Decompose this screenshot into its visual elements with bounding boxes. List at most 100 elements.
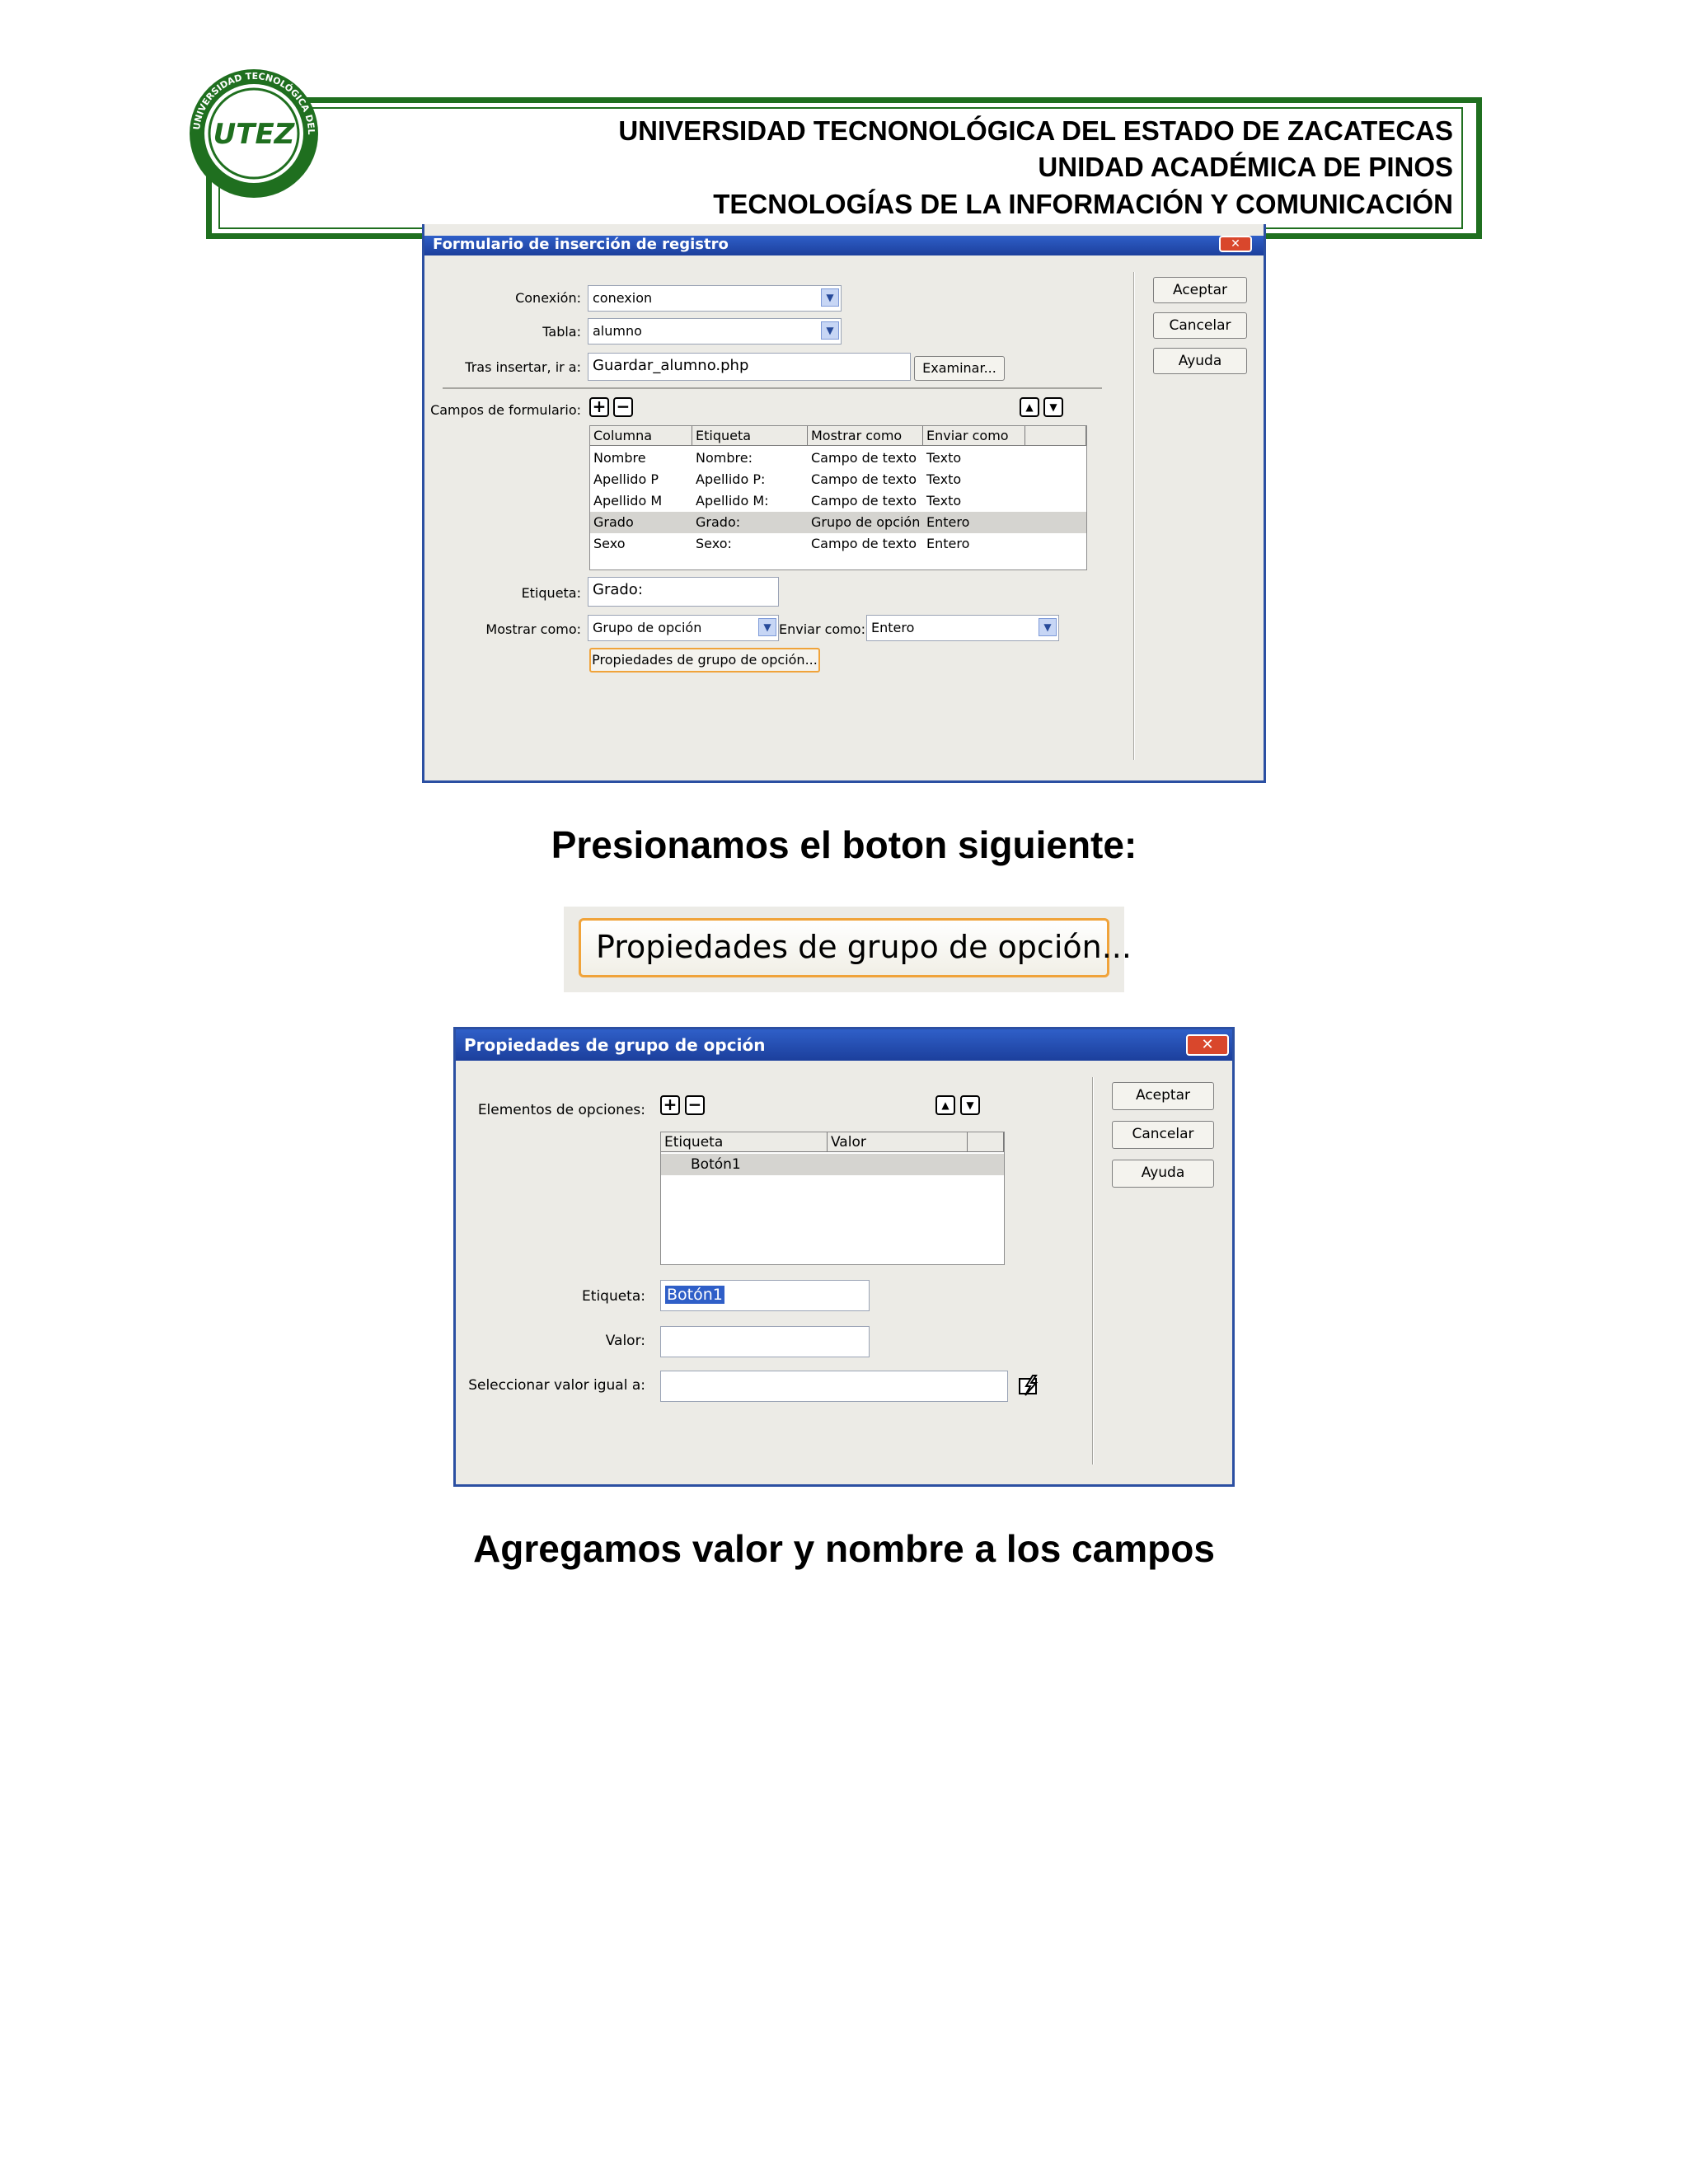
help-button[interactable]: Ayuda [1153,348,1247,374]
chevron-down-icon[interactable]: ▼ [821,288,839,307]
chevron-down-icon[interactable]: ▼ [821,321,839,340]
display-as-value: Grupo de opción [593,620,702,635]
table-cell: Texto [926,450,962,466]
header-line-2: UNIDAD ACADÉMICA DE PINOS [1038,152,1453,182]
table-row[interactable]: Sexo Sexo: Campo de texto Entero [590,533,1086,555]
submit-as-label: Enviar como: [779,621,865,637]
column-header[interactable]: Etiqueta [661,1132,828,1152]
table-select[interactable]: alumno ▼ [588,318,842,344]
table-cell: Apellido M [593,493,663,509]
column-header [1025,426,1086,446]
column-header [968,1132,1004,1152]
caption-add-values: Agregamos valor y nombre a los campos [473,1527,1215,1570]
table-cell: Nombre: [696,450,753,466]
chevron-down-icon[interactable]: ▼ [1039,618,1057,636]
horizontal-separator [443,387,1102,389]
vertical-separator [1092,1077,1094,1465]
insert-record-dialog: Formulario de inserción de registro ✕ Ac… [422,224,1266,783]
dialog-title: Formulario de inserción de registro [433,236,729,253]
table-cell: Sexo [593,536,626,551]
chevron-down-icon[interactable]: ▼ [758,618,776,636]
table-cell: Grado: [696,514,741,530]
radio-group-properties-button[interactable]: Propiedades de grupo de opción... [589,648,820,673]
remove-field-button[interactable]: − [613,397,633,417]
table-cell: Entero [926,536,970,551]
vertical-separator [1133,272,1135,760]
value-input[interactable] [660,1326,870,1357]
label-input[interactable]: Botón1 [660,1280,870,1311]
header-line-1: UNIVERSIDAD TECNONOLÓGICA DEL ESTADO DE … [618,115,1453,146]
table-row[interactable]: Grado Grado: Grupo de opción Entero [590,512,1086,533]
add-field-button[interactable]: + [589,397,609,417]
label-label: Etiqueta: [521,585,581,601]
lightning-icon[interactable] [1018,1374,1041,1397]
add-item-button[interactable]: + [660,1095,680,1115]
cancel-button[interactable]: Cancelar [1112,1121,1214,1149]
table-row[interactable]: Apellido P Apellido P: Campo de texto Texto [590,469,1086,490]
logo-text: UTEZ [213,118,296,151]
ok-button[interactable]: Aceptar [1112,1082,1214,1110]
form-fields-table[interactable]: Columna Etiqueta Mostrar como Enviar com… [589,425,1087,570]
column-header[interactable]: Columna [590,426,692,446]
select-value-equal-input[interactable] [660,1371,1008,1402]
form-fields-label: Campos de formulario: [430,402,581,418]
value-label: Valor: [605,1333,645,1349]
label-label: Etiqueta: [582,1288,645,1305]
browse-button[interactable]: Examinar... [914,356,1005,381]
dialog-titlebar: Propiedades de grupo de opción [456,1029,1232,1061]
option-items-table[interactable]: Etiqueta Valor Botón1 [660,1132,1005,1265]
cancel-button[interactable]: Cancelar [1153,312,1247,339]
table-cell: Nombre [593,450,646,466]
ok-button[interactable]: Aceptar [1153,277,1247,303]
table-cell: Grado [593,514,634,530]
table-cell: Campo de texto [811,493,917,509]
table-cell: Apellido P [593,471,659,487]
table-cell: Campo de texto [811,536,917,551]
connection-select[interactable]: conexion ▼ [588,285,842,312]
column-header[interactable]: Etiqueta [692,426,808,446]
table-cell: Sexo: [696,536,732,551]
label-input[interactable]: Grado: [588,577,779,607]
remove-item-button[interactable]: − [685,1095,705,1115]
column-header[interactable]: Valor [828,1132,968,1152]
caption-press-button: Presionamos el boton siguiente: [551,823,1137,866]
connection-value: conexion [593,290,653,306]
connection-label: Conexión: [515,290,581,306]
table-cell: Texto [926,493,962,509]
display-as-label: Mostrar como: [485,621,581,637]
after-insert-input[interactable]: Guardar_alumno.php [588,353,911,381]
dialog-titlebar: Formulario de inserción de registro [424,236,1264,255]
move-down-button[interactable]: ▼ [1043,397,1063,417]
select-value-equal-label: Seleccionar valor igual a: [468,1377,645,1394]
move-up-button[interactable]: ▲ [1020,397,1039,417]
after-insert-label: Tras insertar, ir a: [465,359,581,375]
utez-logo: UNIVERSIDAD TECNOLÓGICA DEL ESTADO DE ZA… [183,68,318,198]
item-label-cell: Botón1 [691,1156,741,1173]
table-row[interactable]: Nombre Nombre: Campo de texto Texto [590,448,1086,469]
radio-group-properties-button-zoom[interactable]: Propiedades de grupo de opción... [579,918,1132,977]
table-cell: Apellido M: [696,493,769,509]
submit-as-select[interactable]: Entero ▼ [866,615,1059,641]
table-cell: Entero [926,514,970,530]
table-cell: Grupo de opción [811,514,921,530]
table-row[interactable]: Botón1 [661,1154,1004,1175]
header-line-3: TECNOLOGÍAS DE LA INFORMACIÓN Y COMUNICA… [713,189,1453,219]
move-down-button[interactable]: ▼ [960,1095,980,1115]
radio-group-properties-dialog: Propiedades de grupo de opción ✕ Aceptar… [453,1027,1235,1487]
table-cell: Campo de texto [811,450,917,466]
option-items-label: Elementos de opciones: [477,1102,645,1118]
table-cell: Apellido P: [696,471,766,487]
table-value: alumno [593,323,642,339]
label-input-value: Botón1 [665,1286,724,1304]
close-button[interactable]: ✕ [1186,1034,1229,1056]
column-header[interactable]: Mostrar como [808,426,923,446]
help-button[interactable]: Ayuda [1112,1160,1214,1188]
dialog-title: Propiedades de grupo de opción [464,1035,766,1055]
submit-as-value: Entero [871,620,915,635]
table-cell: Texto [926,471,962,487]
column-header[interactable]: Enviar como [923,426,1025,446]
display-as-select[interactable]: Grupo de opción ▼ [588,615,779,641]
move-up-button[interactable]: ▲ [935,1095,955,1115]
table-row[interactable]: Apellido M Apellido M: Campo de texto Texto [590,490,1086,512]
close-button[interactable]: ✕ [1219,236,1252,252]
